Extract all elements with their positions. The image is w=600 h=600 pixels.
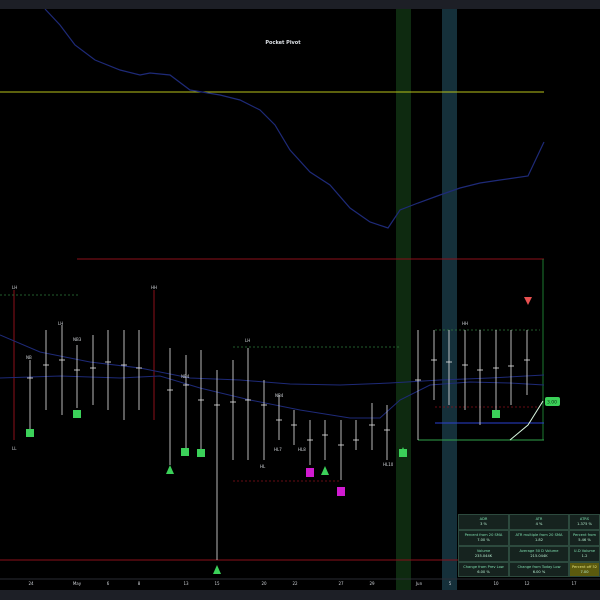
annotation-nb4: NB4 [275, 393, 284, 398]
stats-cell: Average 50 D Volume 215.044K [509, 546, 569, 562]
annotation-lh: LH [245, 338, 250, 343]
stats-cell: ATR 4 % [509, 514, 569, 530]
x-axis-label: Jun [415, 581, 423, 586]
magenta-signal-square [337, 487, 345, 496]
x-axis-label: 22 [292, 581, 298, 586]
stats-value: 1.2 [581, 553, 588, 558]
stats-value: 1.82 [534, 537, 543, 542]
stats-value: 7.00 [580, 569, 589, 574]
stats-cell: Change from Today Low 6.00 % [509, 562, 569, 577]
stats-value: 235.044K [474, 553, 493, 558]
x-axis-label: 20 [261, 581, 267, 586]
stats-value: 5.46 % [578, 537, 591, 542]
green-highlight-band [396, 9, 411, 590]
stats-label: Volume [476, 549, 491, 553]
stats-value: 215.044K [530, 553, 548, 558]
x-axis-label: 13 [183, 581, 189, 586]
x-axis-label: 17 [571, 581, 577, 586]
stats-cell: Percent from 5.46 % [569, 530, 600, 546]
x-axis-label: 5 [448, 581, 452, 586]
stats-label: Change from Prev Low [463, 565, 504, 569]
stats-value: 6.00 % [477, 569, 490, 574]
stats-value: 7.00 % [477, 537, 490, 542]
stats-cell: U-D Volume 1.2 [569, 546, 600, 562]
x-axis-label: 29 [369, 581, 375, 586]
trend-line-green [509, 400, 544, 441]
x-axis-label: 12 [524, 581, 530, 586]
stats-cell: ATR multiple from 20 SMA 1.82 [509, 530, 569, 546]
annotation-lh: LH [58, 321, 63, 326]
x-axis-label: 15 [214, 581, 220, 586]
indicator-title: Pocket Pivot [265, 40, 301, 46]
annotation-nb3: NB3 [73, 337, 82, 342]
stats-label: Percent off 52 [571, 565, 598, 569]
x-axis-label: 8 [137, 581, 141, 586]
stats-cell: ATRS 1.375 % [569, 514, 600, 530]
pocket-pivot-square [26, 429, 34, 437]
up-arrow-marker [166, 465, 174, 474]
pocket-pivot-square [492, 410, 500, 418]
x-axis-label: 6 [106, 581, 110, 586]
stats-label: ATR multiple from 20 SMA [515, 533, 563, 537]
moving-average-1 [0, 334, 545, 386]
stats-value: 1.375 % [577, 521, 592, 526]
stats-value: 4 % [535, 521, 543, 526]
annotation-hl10: HL10 [383, 462, 394, 467]
stats-table: ADR 3 % ATR 4 % ATRS 1.375 % Percent from 2… [458, 514, 600, 577]
annotation-hl: HL [260, 464, 266, 469]
stats-label: ATR [535, 517, 543, 521]
x-axis-label: 27 [338, 581, 344, 586]
annotation-hh: HH [151, 285, 157, 290]
pocket-pivot-square [197, 449, 205, 457]
stats-cell-highlight: Percent off 52 7.00 [569, 562, 600, 577]
top-toolbar [0, 0, 600, 9]
stats-cell: Percent from 20 SMA 7.00 % [458, 530, 509, 546]
annotation-hl7: HL7 [274, 447, 282, 452]
magenta-signal-square [306, 468, 314, 477]
price-chart[interactable]: 3.00 LH LH LH HH HH LL HL NB NB3 NB4 NB4… [0, 9, 600, 590]
down-arrow-marker [524, 297, 532, 305]
blue-highlight-band [442, 9, 457, 590]
stats-label: Average 50 D Volume [519, 549, 559, 553]
stats-label: Percent from 20 SMA [464, 533, 503, 537]
up-arrow-marker [213, 565, 221, 574]
up-arrow-marker [321, 466, 329, 475]
stats-value: 6.00 % [532, 569, 546, 574]
stats-label: ADR [479, 517, 488, 521]
x-axis-label: 24 [28, 581, 34, 586]
annotation-ll: LL [12, 446, 17, 451]
stats-label: Percent from [572, 533, 597, 537]
stats-cell: Change from Prev Low 6.00 % [458, 562, 509, 577]
stats-value: 3 % [480, 521, 487, 526]
price-tag: 3.00 [547, 400, 557, 406]
bottom-toolbar [0, 590, 600, 600]
stats-cell: Volume 235.044K [458, 546, 509, 562]
annotation-hl8: HL8 [298, 447, 306, 452]
stats-label: U-D Volume [573, 549, 596, 553]
x-axis-label: 10 [493, 581, 499, 586]
annotation-nb: NB [26, 355, 32, 360]
pocket-pivot-square [73, 410, 81, 418]
stats-label: Change from Today Low [517, 565, 561, 569]
pocket-pivot-square [181, 448, 189, 456]
stats-cell: ADR 3 % [458, 514, 509, 530]
annotation-hh: HH [462, 321, 468, 326]
annotation-nb4: NB4 [181, 374, 190, 379]
annotation-lh: LH [12, 285, 17, 290]
x-axis-label: May [72, 581, 82, 586]
stats-label: ATRS [579, 517, 590, 521]
